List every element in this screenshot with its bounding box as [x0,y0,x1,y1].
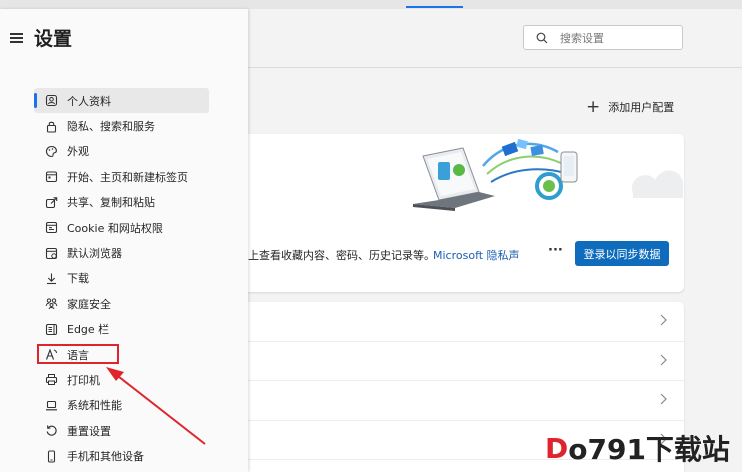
add-profile-button[interactable]: + 添加用户配置 [586,97,675,117]
family-icon [43,296,59,312]
sidebar-item-downloads[interactable]: 下载 [34,266,209,291]
list-item[interactable] [248,342,684,381]
sidebar-item-printers[interactable]: 打印机 [34,367,209,392]
browser-icon [43,245,59,261]
reset-icon [43,423,59,439]
search-input[interactable] [558,29,682,48]
more-options-button[interactable]: ··· [548,243,563,258]
palette-icon [43,143,59,159]
sidebar-item-label: 外观 [67,145,89,159]
home-tabs-icon [43,169,59,185]
lock-icon [43,118,59,134]
sidebar-item-share[interactable]: 共享、复制和粘贴 [34,190,209,215]
sidebar-item-label: 打印机 [67,373,100,387]
search-box[interactable] [523,25,683,50]
highlight-box [37,344,119,364]
sidebar-item-reset[interactable]: 重置设置 [34,418,209,443]
edge-bar-icon [43,321,59,337]
sidebar-item-phone[interactable]: 手机和其他设备 [34,443,209,468]
sidebar-item-label: Edge 栏 [67,323,110,337]
sign-in-sync-button[interactable]: 登录以同步数据 [575,241,669,266]
settings-nav: 个人资料 隐私、搜索和服务 外观 开始、主页和新建标签页 共享、复制和粘贴 Co… [34,88,209,469]
sidebar-item-profile[interactable]: 个人资料 [34,88,209,114]
title-bar [0,0,742,9]
printer-icon [43,372,59,388]
sidebar-item-cookies[interactable]: Cookie 和网站权限 [34,215,209,240]
privacy-link[interactable]: Microsoft 隐私声 [433,247,520,263]
share-icon [43,194,59,210]
profile-icon [43,93,59,109]
sidebar-item-label: 下载 [67,272,89,286]
search-icon [536,32,548,44]
header-divider [248,67,742,68]
settings-sidebar: 设置 个人资料 隐私、搜索和服务 外观 开始、主页和新建标签页 共享、复制和粘贴… [0,9,248,472]
sidebar-item-label: 默认浏览器 [67,247,122,261]
list-item[interactable] [248,381,684,421]
laptop-icon [43,397,59,413]
sidebar-item-system[interactable]: 系统和性能 [34,393,209,418]
active-tab-indicator [406,6,463,8]
sidebar-item-edge-bar[interactable]: Edge 栏 [34,317,209,342]
chevron-right-icon [660,354,667,365]
sidebar-item-label: 隐私、搜索和服务 [67,120,155,134]
page-title: 设置 [34,28,73,50]
watermark-mark: D [545,431,569,465]
sidebar-item-appearance[interactable]: 外观 [34,139,209,164]
sidebar-item-label: Cookie 和网站权限 [67,221,163,235]
download-icon [43,270,59,286]
sidebar-item-label: 开始、主页和新建标签页 [67,170,188,184]
sidebar-item-privacy[interactable]: 隐私、搜索和服务 [34,113,209,138]
chevron-right-icon [660,314,667,326]
sidebar-item-label: 个人资料 [67,94,111,108]
menu-icon[interactable] [10,33,23,43]
watermark-text: o791下载站 [568,433,730,466]
sidebar-item-default-browser[interactable]: 默认浏览器 [34,240,209,265]
sidebar-item-label: 重置设置 [67,424,111,438]
plus-icon: + [586,97,601,117]
sidebar-item-label: 共享、复制和粘贴 [67,196,155,210]
sidebar-item-family-safety[interactable]: 家庭安全 [34,291,209,316]
sidebar-item-label: 系统和性能 [67,399,122,413]
cookie-icon [43,220,59,236]
chevron-right-icon [660,393,667,405]
sidebar-item-label: 家庭安全 [67,297,111,311]
sidebar-item-start-home[interactable]: 开始、主页和新建标签页 [34,164,209,189]
sync-illustration [413,138,683,211]
sidebar-item-label: 手机和其他设备 [67,450,144,464]
list-item[interactable] [248,302,684,342]
phone-icon [43,448,59,464]
add-profile-label: 添加用户配置 [608,101,675,114]
profile-card: 上查看收藏内容、密码、历史记录等。 Microsoft 隐私声 ··· 登录以同… [248,134,684,292]
watermark-logo: Do791下载站 [545,428,730,468]
sync-description: 上查看收藏内容、密码、历史记录等。 [248,249,435,262]
